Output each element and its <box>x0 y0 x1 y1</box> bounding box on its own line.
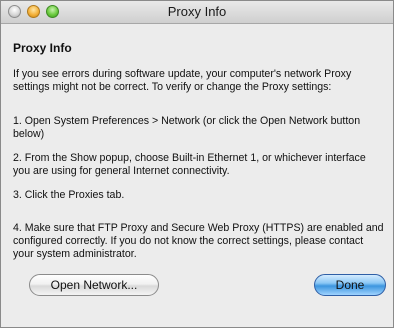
step-4-text: 4. Make sure that FTP Proxy and Secure W… <box>13 222 384 260</box>
step-2-text: 2. From the Show popup, choose Built-in … <box>13 152 366 177</box>
page-title: Proxy Info <box>13 41 72 55</box>
intro-text: If you see errors during software update… <box>13 68 352 93</box>
window-title: Proxy Info <box>167 4 227 19</box>
done-button[interactable]: Done <box>314 274 386 296</box>
proxy-info-window: Proxy Info Proxy Info If you see errors … <box>0 0 394 328</box>
window-titlebar[interactable]: Proxy Info <box>1 1 393 24</box>
step-3-text: 3. Click the Proxies tab. <box>13 189 125 201</box>
open-network-button[interactable]: Open Network... <box>29 274 159 296</box>
step-1-text: 1. Open System Preferences > Network (or… <box>13 115 361 140</box>
window-content: Proxy Info If you see errors during soft… <box>1 24 393 327</box>
